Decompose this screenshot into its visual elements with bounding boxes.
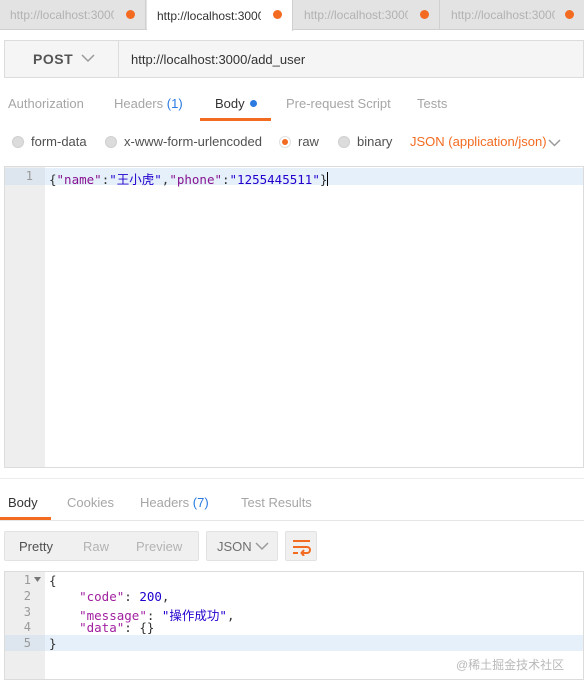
view-raw-button[interactable]: Raw: [83, 539, 109, 554]
json-key: "phone": [169, 172, 222, 187]
tab-headers-label: Headers: [140, 495, 190, 510]
url-bar: POST http://localhost:3000/add_user: [4, 40, 584, 78]
view-preview-button[interactable]: Preview: [136, 539, 182, 554]
radio-label: binary: [357, 134, 393, 149]
unsaved-dot-icon: [273, 10, 282, 19]
request-tab[interactable]: http://localhost:3000: [441, 0, 584, 30]
line-number: 2: [23, 589, 31, 603]
line-number-gutter: [5, 167, 45, 467]
code-line: {: [49, 573, 57, 588]
code-line: {"name":"王小虎","phone":"1255445511"}: [49, 169, 329, 188]
headers-count-badge: (7): [192, 495, 209, 510]
radio-urlencoded[interactable]: x-www-form-urlencoded: [105, 134, 262, 149]
radio-label: x-www-form-urlencoded: [124, 134, 262, 149]
view-pretty-button[interactable]: Pretty: [19, 539, 53, 554]
code-line: }: [49, 636, 57, 651]
chevron-down-icon: [255, 542, 269, 551]
body-indicator-dot-icon: [249, 100, 257, 107]
headers-count-badge: (1): [166, 96, 183, 111]
code-punct: ,: [226, 608, 235, 623]
unsaved-dot-icon: [126, 10, 135, 19]
active-tab-underline: [200, 118, 271, 121]
section-divider: [0, 478, 584, 479]
line-number: 4: [23, 620, 31, 634]
tab-headers[interactable]: Headers (1): [114, 96, 183, 111]
code-line: "code": 200,: [49, 589, 169, 604]
request-body-editor[interactable]: 1 {"name":"王小虎","phone":"1255445511"}: [4, 166, 584, 468]
json-string: "操作成功": [161, 608, 227, 623]
request-tab[interactable]: http://localhost:3000: [0, 0, 146, 30]
json-string: "1255445511": [229, 172, 320, 187]
wrap-lines-icon: [293, 540, 311, 556]
code-punct: }: [49, 636, 57, 651]
unsaved-dot-icon: [420, 10, 429, 19]
radio-raw[interactable]: raw: [279, 134, 319, 149]
code-punct: {: [49, 172, 57, 187]
chevron-down-icon[interactable]: [548, 139, 561, 147]
code-punct: {: [49, 573, 57, 588]
view-mode-segmented: Pretty Raw Preview: [4, 531, 199, 561]
active-line-highlight: [5, 635, 583, 651]
radio-circle-icon: [105, 135, 117, 148]
line-number: 1: [23, 573, 31, 587]
line-number: 5: [23, 636, 31, 650]
format-label: JSON: [217, 539, 252, 554]
radio-label: form-data: [31, 134, 87, 149]
tab-pre-request-script[interactable]: Pre-request Script: [286, 96, 391, 111]
json-key: "code": [79, 589, 125, 604]
request-tab[interactable]: http://localhost:3000: [294, 0, 440, 30]
method-label: POST: [33, 51, 74, 67]
tab-body[interactable]: Body: [215, 96, 257, 111]
line-number: 3: [23, 605, 31, 619]
radio-form-data[interactable]: form-data: [12, 134, 87, 149]
json-string: "王小虎": [109, 172, 162, 187]
tab-headers-label: Headers: [114, 96, 164, 111]
body-type-selector: form-data x-www-form-urlencoded raw bina…: [0, 128, 584, 156]
tab-authorization[interactable]: Authorization: [8, 96, 84, 111]
radio-circle-icon: [12, 135, 24, 148]
code-punct: }: [319, 172, 328, 187]
content-type-select[interactable]: JSON (application/json): [410, 134, 547, 149]
tab-tests[interactable]: Tests: [417, 96, 447, 111]
request-tab-active[interactable]: http://localhost:3000: [147, 0, 293, 31]
tab-label: http://localhost:3000: [304, 8, 408, 22]
format-select[interactable]: JSON: [206, 531, 278, 561]
tab-label: http://localhost:3000: [10, 8, 114, 22]
radio-label: raw: [298, 134, 319, 149]
request-section-tabs: Authorization Headers (1) Body Pre-reque…: [0, 90, 584, 121]
request-tab-bar: http://localhost:3000 http://localhost:3…: [0, 0, 584, 31]
tab-cookies[interactable]: Cookies: [67, 495, 114, 510]
radio-selected-icon: [279, 135, 291, 148]
radio-binary[interactable]: binary: [338, 134, 392, 149]
watermark-text: @稀土掘金技术社区: [456, 658, 565, 672]
method-select[interactable]: POST: [5, 41, 119, 77]
response-section-tabs: Body Cookies Headers (7) Test Results: [0, 488, 584, 520]
code-punct: :: [124, 620, 140, 635]
url-input[interactable]: http://localhost:3000/add_user: [131, 41, 305, 77]
code-line: "data": {}: [49, 620, 154, 635]
chevron-down-icon: [81, 54, 95, 63]
tab-test-results[interactable]: Test Results: [241, 495, 312, 510]
json-object: {}: [139, 620, 155, 635]
tabs-border: [0, 520, 584, 521]
tab-label: http://localhost:3000: [157, 8, 261, 23]
code-punct: :: [124, 589, 140, 604]
wrap-lines-button[interactable]: [285, 531, 317, 561]
fold-arrow-icon[interactable]: [34, 577, 41, 582]
radio-circle-icon: [338, 135, 350, 148]
json-key: "name": [56, 172, 102, 187]
tab-response-body[interactable]: Body: [8, 495, 38, 510]
code-punct: :: [222, 172, 230, 187]
tab-label: http://localhost:3000: [451, 8, 555, 22]
line-number: 1: [25, 169, 33, 183]
unsaved-dot-icon: [565, 10, 574, 19]
tab-response-headers[interactable]: Headers (7): [140, 495, 209, 510]
tab-body-label: Body: [215, 96, 245, 111]
json-number: 200: [139, 589, 162, 604]
code-punct: ,: [161, 589, 170, 604]
text-cursor: [327, 172, 329, 186]
json-key: "data": [79, 620, 125, 635]
